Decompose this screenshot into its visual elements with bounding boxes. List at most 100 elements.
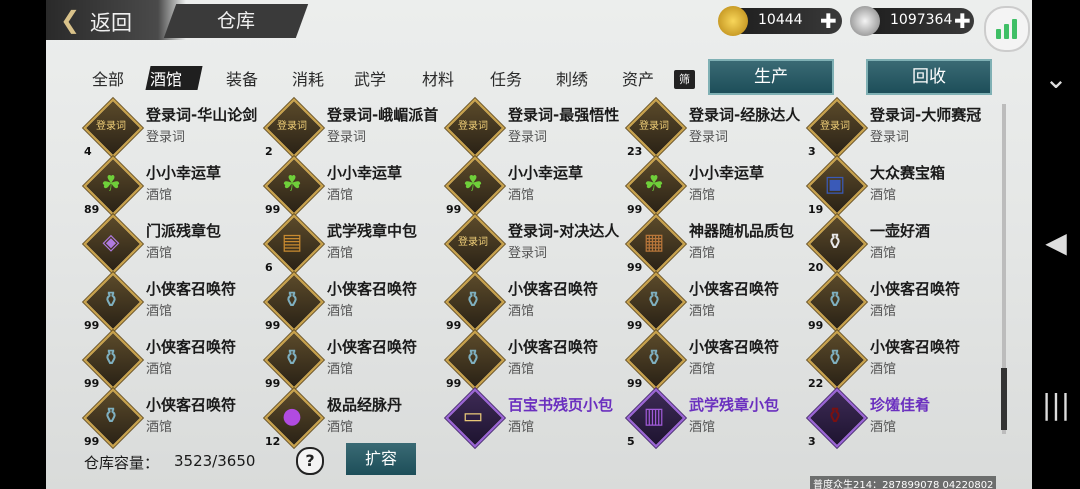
item-name: 大众赛宝箱 — [870, 164, 946, 182]
clover-icon: ☘ — [282, 172, 302, 197]
item-category: 酒馆 — [327, 420, 354, 435]
item-category: 酒馆 — [146, 246, 173, 261]
back-arrow-icon[interactable]: ◀ — [1032, 226, 1080, 259]
tab-3[interactable]: 消耗 — [292, 66, 324, 90]
item-quantity: 99 — [446, 203, 462, 216]
page-title: 仓库 — [216, 10, 255, 32]
summon-pot-icon: ⚱ — [825, 288, 845, 313]
inventory-item[interactable]: ⚱ 99 小侠客召唤符 酒馆 — [626, 272, 807, 332]
item-quantity: 99 — [627, 377, 643, 390]
inventory-item[interactable]: 登录词 4 登录词-华山论剑 登录词 — [83, 98, 264, 158]
tab-7[interactable]: 刺绣 — [556, 66, 588, 90]
inventory-item[interactable]: ⚱ 3 珍馐佳肴 酒馆 — [807, 388, 988, 448]
item-name: 武学残章中包 — [327, 222, 418, 240]
item-name: 小小幸运草 — [146, 164, 222, 182]
purple-pill-icon: ● — [282, 404, 302, 429]
tab-5[interactable]: 材料 — [422, 66, 454, 90]
item-name: 小侠客召唤符 — [327, 280, 418, 298]
item-icon-frame: ⚱ 99 — [83, 388, 143, 448]
recycle-button[interactable]: 回收 — [866, 59, 992, 95]
item-category: 酒馆 — [327, 188, 354, 203]
inventory-item[interactable]: ⚱ 99 小侠客召唤符 酒馆 — [264, 330, 445, 390]
item-name: 小侠客召唤符 — [689, 280, 780, 298]
item-quantity: 99 — [265, 203, 281, 216]
filter-button[interactable]: 筛 — [674, 70, 695, 89]
item-quantity: 20 — [808, 261, 824, 274]
silver-value: 1097364 — [890, 12, 953, 28]
gold-ingot-icon — [718, 6, 748, 36]
inventory-item[interactable]: ⚱ 99 小侠客召唤符 酒馆 — [83, 330, 264, 390]
inventory-item[interactable]: ▣ 19 大众赛宝箱 酒馆 — [807, 156, 988, 216]
silver-ingot-icon — [850, 6, 880, 36]
inventory-item[interactable]: ⚱ 99 小侠客召唤符 酒馆 — [807, 272, 988, 332]
capacity-value: 3523/3650 — [174, 452, 256, 470]
item-icon-frame: ▥ 5 — [626, 388, 686, 448]
tab-1[interactable]: 酒馆 — [150, 66, 182, 90]
inventory-item[interactable]: ⚱ 99 小侠客召唤符 酒馆 — [264, 272, 445, 332]
item-icon-frame: ● 12 — [264, 388, 324, 448]
item-category: 酒馆 — [146, 304, 173, 319]
inventory-item[interactable]: ▦ 99 神器随机品质包 酒馆 — [626, 214, 807, 274]
item-name: 小侠客召唤符 — [508, 338, 599, 356]
inventory-item[interactable]: ▭ 百宝书残页小包 酒馆 — [445, 388, 626, 448]
tab-6[interactable]: 任务 — [490, 66, 522, 90]
scrollbar-thumb[interactable] — [1001, 368, 1007, 430]
chevron-down-icon[interactable]: ⌄ — [1032, 62, 1080, 95]
tab-0[interactable]: 全部 — [92, 66, 124, 90]
item-category: 酒馆 — [146, 188, 173, 203]
produce-button[interactable]: 生产 — [708, 59, 834, 95]
inventory-item[interactable]: ⚱ 99 小侠客召唤符 酒馆 — [445, 330, 626, 390]
inventory-item[interactable]: ⚱ 99 小侠客召唤符 酒馆 — [626, 330, 807, 390]
recent-apps-icon[interactable]: ||| — [1032, 388, 1080, 421]
tab-8[interactable]: 资产 — [622, 66, 654, 90]
item-icon-frame: ⚱ 99 — [445, 330, 505, 390]
inventory-item[interactable]: ⚱ 99 小侠客召唤符 酒馆 — [83, 272, 264, 332]
inventory-item[interactable]: ☘ 99 小小幸运草 酒馆 — [626, 156, 807, 216]
inventory-item[interactable]: ▥ 5 武学残章小包 酒馆 — [626, 388, 807, 448]
item-icon-frame: ☘ 99 — [264, 156, 324, 216]
item-category: 酒馆 — [689, 304, 716, 319]
tab-4[interactable]: 武学 — [354, 66, 386, 90]
item-name: 小侠客召唤符 — [327, 338, 418, 356]
inventory-item[interactable]: 登录词 23 登录词-经脉达人 登录词 — [626, 98, 807, 158]
inventory-item[interactable]: ● 12 极品经脉丹 酒馆 — [264, 388, 445, 448]
item-quantity: 99 — [84, 319, 100, 332]
inventory-item[interactable]: ◈ 门派残章包 酒馆 — [83, 214, 264, 274]
inventory-item[interactable]: 登录词 登录词-最强悟性 登录词 — [445, 98, 626, 158]
item-icon-frame: ⚱ 20 — [807, 214, 867, 274]
item-category: 酒馆 — [327, 246, 354, 261]
item-quantity: 99 — [446, 319, 462, 332]
inventory-item[interactable]: ⚱ 20 一壶好酒 酒馆 — [807, 214, 988, 274]
inventory-item[interactable]: 登录词 2 登录词-峨嵋派首 登录词 — [264, 98, 445, 158]
item-icon-frame: ▤ 6 — [264, 214, 324, 274]
scroll-plaque-icon: 登录词 — [96, 121, 126, 132]
inventory-item[interactable]: 登录词 登录词-对决达人 登录词 — [445, 214, 626, 274]
network-signal-icon[interactable] — [984, 6, 1030, 52]
inventory-item[interactable]: ☘ 99 小小幸运草 酒馆 — [445, 156, 626, 216]
item-name: 小侠客召唤符 — [146, 396, 237, 414]
help-button[interactable]: ? — [296, 447, 324, 475]
inventory-item[interactable]: 登录词 3 登录词-大师赛冠 登录词 — [807, 98, 988, 158]
expand-button[interactable]: 扩容 — [346, 443, 416, 475]
inventory-item[interactable]: ▤ 6 武学残章中包 酒馆 — [264, 214, 445, 274]
tab-2[interactable]: 装备 — [226, 66, 258, 90]
inventory-item[interactable]: ☘ 89 小小幸运草 酒馆 — [83, 156, 264, 216]
item-name: 登录词-对决达人 — [508, 222, 620, 240]
inventory-item[interactable]: ⚱ 99 小侠客召唤符 酒馆 — [83, 388, 264, 448]
add-silver-button[interactable]: ✚ — [954, 9, 971, 33]
item-name: 珍馐佳肴 — [870, 396, 931, 414]
inventory-item[interactable]: ⚱ 99 小侠客召唤符 酒馆 — [445, 272, 626, 332]
item-quantity: 99 — [808, 319, 824, 332]
item-quantity: 99 — [84, 435, 100, 448]
item-name: 小小幸运草 — [327, 164, 403, 182]
inventory-item[interactable]: ☘ 99 小小幸运草 酒馆 — [264, 156, 445, 216]
inventory-item[interactable]: ⚱ 22 小侠客召唤符 酒馆 — [807, 330, 988, 390]
treasure-chest-icon: ▣ — [824, 172, 846, 197]
item-category: 酒馆 — [508, 420, 535, 435]
add-gold-button[interactable]: ✚ — [820, 9, 837, 33]
item-name: 登录词-经脉达人 — [689, 106, 801, 124]
watermark-text: 普度众生214：287899078 04220802 — [810, 476, 997, 489]
item-name: 门派残章包 — [146, 222, 222, 240]
item-icon-frame: ⚱ 99 — [626, 272, 686, 332]
item-quantity: 2 — [265, 145, 273, 158]
